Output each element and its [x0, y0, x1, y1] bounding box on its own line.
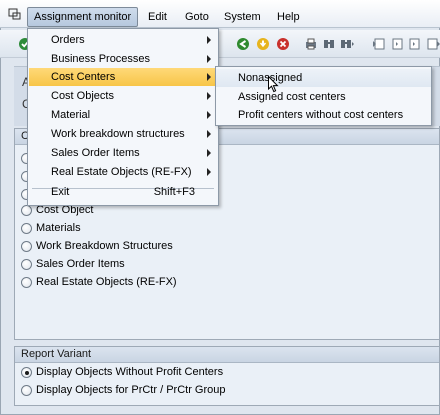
menu-assignment-monitor[interactable]: Assignment monitor [27, 7, 139, 27]
menu-item-shortcut: Shift+F3 [153, 186, 195, 198]
radio-label: Display Objects for PrCtr / PrCtr Group [36, 384, 226, 396]
find-next-icon[interactable] [340, 37, 354, 51]
radio-button[interactable] [21, 384, 32, 396]
menu-system-label: System [224, 11, 261, 23]
menu-edit[interactable]: Edit [148, 10, 167, 24]
menu-item-label: Sales Order Items [51, 147, 140, 159]
menu-item-orders[interactable]: Orders [29, 31, 217, 49]
menu-item-label: Cost Centers [51, 71, 116, 83]
radio-label: Display Objects Without Profit Centers [36, 366, 224, 378]
system-menu-icon[interactable] [8, 8, 22, 20]
radio-without-profit-centers[interactable]: Display Objects Without Profit Centers [21, 365, 223, 379]
cost-centers-submenu: Nonassigned Assigned cost centers Profit… [215, 66, 432, 126]
next-page-icon[interactable] [408, 37, 422, 51]
submenu-arrow-icon [207, 168, 211, 176]
menu-item-cost-centers[interactable]: Cost Centers [29, 68, 217, 86]
menu-help[interactable]: Help [277, 10, 300, 24]
radio-button[interactable] [21, 276, 32, 288]
menu-item-sales-order-items[interactable]: Sales Order Items [29, 144, 217, 162]
radio-button[interactable] [21, 204, 32, 216]
exit-icon[interactable] [256, 37, 270, 51]
menu-item-exit[interactable]: Exit Shift+F3 [29, 183, 217, 201]
menu-item-label: Material [51, 109, 91, 121]
radio-button[interactable] [21, 222, 32, 234]
radio-label: Real Estate Objects (RE-FX) [36, 276, 177, 288]
menu-edit-label: Edit [148, 11, 167, 23]
find-icon[interactable] [322, 37, 336, 51]
submenu-arrow-icon [207, 36, 211, 44]
submenu-item-assigned-cost-centers[interactable]: Assigned cost centers [216, 88, 431, 106]
assignment-monitor-menu: Orders Business Processes Cost Centers C… [27, 28, 219, 206]
report-variant-group: Report Variant Display Objects Without P… [14, 346, 440, 406]
menu-item-cost-objects[interactable]: Cost Objects [29, 87, 217, 105]
radio-wbs[interactable]: Work Breakdown Structures [21, 239, 173, 253]
menu-item-wbs[interactable]: Work breakdown structures [29, 125, 217, 143]
submenu-arrow-icon [207, 55, 211, 63]
cancel-icon[interactable] [276, 37, 290, 51]
first-page-icon[interactable] [372, 37, 386, 51]
radio-for-prctr-group[interactable]: Display Objects for PrCtr / PrCtr Group [21, 383, 226, 397]
menu-goto[interactable]: Goto [185, 10, 209, 24]
submenu-arrow-icon [207, 111, 211, 119]
submenu-item-label: Profit centers without cost centers [238, 109, 404, 121]
menu-item-label: Orders [51, 34, 85, 46]
mouse-pointer-icon [268, 76, 279, 93]
submenu-item-nonassigned[interactable]: Nonassigned [216, 69, 431, 87]
submenu-arrow-icon [207, 73, 211, 81]
submenu-arrow-icon [207, 149, 211, 157]
radio-button-selected[interactable] [21, 366, 32, 378]
prev-page-icon[interactable] [390, 37, 404, 51]
submenu-arrow-icon [207, 92, 211, 100]
radio-button[interactable] [21, 258, 32, 270]
menu-item-real-estate-objects[interactable]: Real Estate Objects (RE-FX) [29, 163, 217, 181]
menu-item-material[interactable]: Material [29, 106, 217, 124]
menu-help-label: Help [277, 11, 300, 23]
submenu-item-label: Assigned cost centers [238, 91, 346, 103]
radio-label: Sales Order Items [36, 258, 125, 270]
radio-label: Work Breakdown Structures [36, 240, 173, 252]
print-icon[interactable] [304, 37, 318, 51]
radio-label: Materials [36, 222, 81, 234]
menu-item-label: Cost Objects [51, 90, 114, 102]
menu-item-label: Work breakdown structures [51, 128, 185, 140]
menu-item-label: Business Processes [51, 53, 151, 65]
menu-item-business-processes[interactable]: Business Processes [29, 50, 217, 68]
menu-goto-label: Goto [185, 11, 209, 23]
submenu-arrow-icon [207, 130, 211, 138]
menu-system[interactable]: System [224, 10, 261, 24]
menu-item-label: Exit [51, 186, 70, 198]
menu-assignment-monitor-label: Assignment monitor [34, 11, 132, 23]
last-page-icon[interactable] [426, 37, 440, 51]
radio-materials[interactable]: Materials [21, 221, 81, 235]
report-variant-header: Report Variant [15, 347, 439, 363]
back-icon[interactable] [236, 37, 250, 51]
radio-real-estate-objects[interactable]: Real Estate Objects (RE-FX) [21, 275, 177, 289]
radio-button[interactable] [21, 240, 32, 252]
radio-sales-order-items[interactable]: Sales Order Items [21, 257, 125, 271]
submenu-item-profit-centers-without-cost-centers[interactable]: Profit centers without cost centers [216, 106, 431, 124]
menu-item-label: Real Estate Objects (RE-FX) [51, 166, 192, 178]
menu-bar: Assignment monitor Edit Goto System Help [0, 0, 440, 28]
